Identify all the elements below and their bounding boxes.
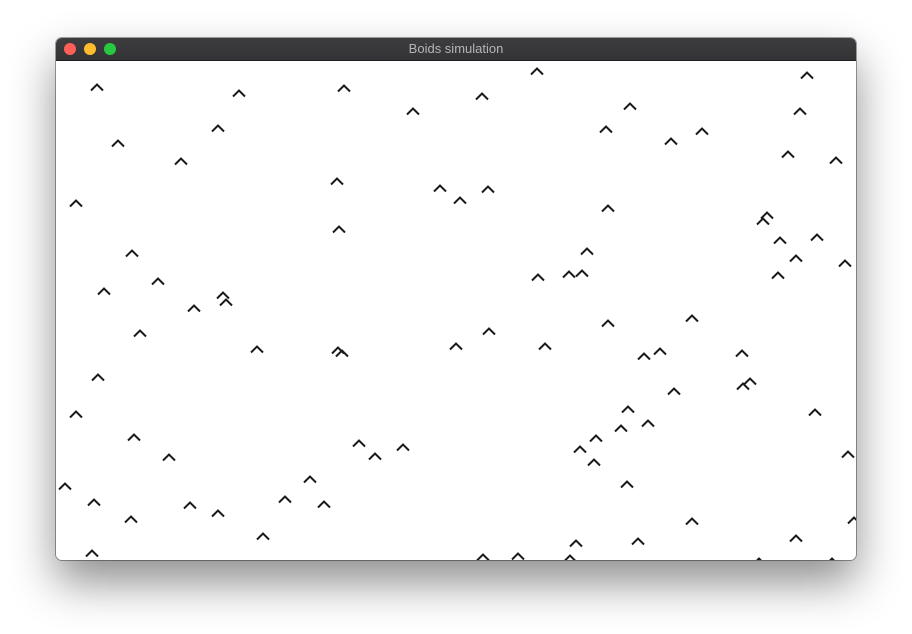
boid-chevron-icon — [599, 125, 613, 134]
boid-chevron-icon — [125, 249, 139, 258]
boid-chevron-icon — [352, 439, 366, 448]
boid-chevron-icon — [653, 347, 667, 356]
boid-chevron-icon — [433, 184, 447, 193]
boid-chevron-icon — [91, 373, 105, 382]
boid-chevron-icon — [151, 277, 165, 286]
boid-chevron-icon — [771, 271, 785, 280]
boid-chevron-icon — [621, 405, 635, 414]
boid-chevron-icon — [623, 102, 637, 111]
boid-chevron-icon — [133, 329, 147, 338]
boid-chevron-icon — [667, 387, 681, 396]
boid-chevron-icon — [589, 434, 603, 443]
boid-chevron-icon — [58, 482, 72, 491]
boid-chevron-icon — [531, 273, 545, 282]
simulation-canvas[interactable] — [56, 61, 856, 560]
boids-layer — [58, 67, 856, 560]
boid-chevron-icon — [695, 127, 709, 136]
app-window: Boids simulation — [56, 38, 856, 560]
boid-chevron-icon — [250, 345, 264, 354]
boid-chevron-icon — [337, 84, 351, 93]
boid-chevron-icon — [781, 150, 795, 159]
boid-chevron-icon — [232, 89, 246, 98]
boid-chevron-icon — [69, 410, 83, 419]
boid-chevron-icon — [573, 445, 587, 454]
boid-chevron-icon — [575, 269, 589, 278]
window-title: Boids simulation — [408, 41, 504, 56]
boid-chevron-icon — [601, 319, 615, 328]
boid-chevron-icon — [620, 480, 634, 489]
boid-chevron-icon — [481, 185, 495, 194]
boid-chevron-icon — [838, 259, 852, 268]
boid-chevron-icon — [69, 199, 83, 208]
boid-chevron-icon — [562, 270, 576, 279]
boid-chevron-icon — [216, 291, 230, 300]
boid-chevron-icon — [87, 498, 101, 507]
boid-chevron-icon — [637, 352, 651, 361]
boid-chevron-icon — [793, 107, 807, 116]
boid-chevron-icon — [641, 419, 655, 428]
boid-chevron-icon — [564, 554, 576, 560]
boid-chevron-icon — [756, 217, 770, 226]
boid-chevron-icon — [111, 139, 125, 148]
boid-chevron-icon — [847, 516, 856, 525]
boid-chevron-icon — [335, 349, 349, 358]
boid-chevron-icon — [614, 424, 628, 433]
boid-chevron-icon — [810, 233, 824, 242]
boid-chevron-icon — [317, 500, 331, 509]
boid-chevron-icon — [368, 452, 382, 461]
boid-chevron-icon — [685, 517, 699, 526]
boid-chevron-icon — [664, 137, 678, 146]
boid-chevron-icon — [453, 196, 467, 205]
boid-chevron-icon — [183, 501, 197, 510]
boid-chevron-icon — [406, 107, 420, 116]
boid-chevron-icon — [219, 298, 233, 307]
boid-chevron-icon — [396, 443, 410, 452]
boid-chevron-icon — [789, 254, 803, 263]
boid-chevron-icon — [800, 71, 814, 80]
boid-chevron-icon — [449, 342, 463, 351]
boid-chevron-icon — [841, 450, 855, 459]
boid-chevron-icon — [511, 552, 525, 560]
boid-chevron-icon — [829, 557, 835, 560]
boid-chevron-icon — [587, 458, 601, 467]
boid-chevron-icon — [580, 247, 594, 256]
boid-chevron-icon — [97, 287, 111, 296]
boid-chevron-icon — [278, 495, 292, 504]
boid-chevron-icon — [569, 539, 583, 548]
boid-chevron-icon — [332, 225, 346, 234]
boid-chevron-icon — [127, 433, 141, 442]
boid-chevron-icon — [330, 177, 344, 186]
boid-chevron-icon — [174, 157, 188, 166]
boid-chevron-icon — [760, 211, 774, 220]
boid-chevron-icon — [211, 124, 225, 133]
boid-chevron-icon — [482, 327, 496, 336]
boid-chevron-icon — [162, 453, 176, 462]
boid-chevron-icon — [85, 549, 99, 558]
boid-chevron-icon — [743, 377, 757, 386]
boid-chevron-icon — [211, 509, 225, 518]
boid-chevron-icon — [685, 314, 699, 323]
boid-chevron-icon — [90, 83, 104, 92]
boid-chevron-icon — [187, 304, 201, 313]
boid-chevron-icon — [601, 204, 615, 213]
boid-chevron-icon — [735, 349, 749, 358]
boid-chevron-icon — [808, 408, 822, 417]
boid-chevron-icon — [631, 537, 645, 546]
boid-chevron-icon — [303, 475, 317, 484]
boid-chevron-icon — [756, 557, 762, 560]
boid-chevron-icon — [124, 515, 138, 524]
boid-chevron-icon — [789, 534, 803, 543]
boid-chevron-icon — [530, 67, 544, 76]
boid-chevron-icon — [736, 382, 750, 391]
boid-chevron-icon — [829, 156, 843, 165]
boid-chevron-icon — [256, 532, 270, 541]
boid-chevron-icon — [773, 236, 787, 245]
title-bar[interactable]: Boids simulation — [56, 38, 856, 61]
boid-chevron-icon — [476, 553, 490, 560]
boid-chevron-icon — [538, 342, 552, 351]
boid-chevron-icon — [475, 92, 489, 101]
